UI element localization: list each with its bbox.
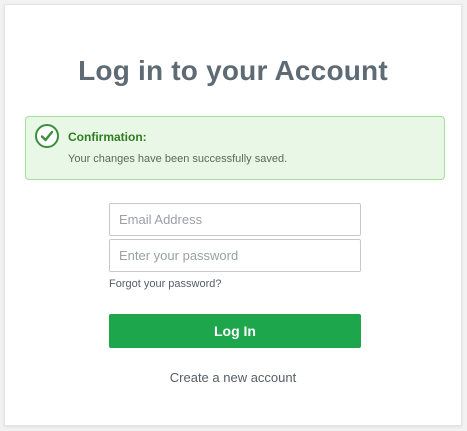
password-field[interactable] <box>109 239 361 272</box>
alert-message: Your changes have been successfully save… <box>68 153 288 165</box>
alert-title: Confirmation: <box>68 130 147 144</box>
login-button[interactable]: Log In <box>109 314 361 348</box>
confirmation-alert: Confirmation: Your changes have been suc… <box>25 116 445 180</box>
login-card: Log in to your Account Confirmation: You… <box>4 4 462 426</box>
check-circle-icon <box>35 124 59 148</box>
forgot-password-link[interactable]: Forgot your password? <box>109 278 222 290</box>
email-field[interactable] <box>109 203 361 236</box>
create-account-link[interactable]: Create a new account <box>5 370 461 385</box>
page-title: Log in to your Account <box>78 55 388 86</box>
